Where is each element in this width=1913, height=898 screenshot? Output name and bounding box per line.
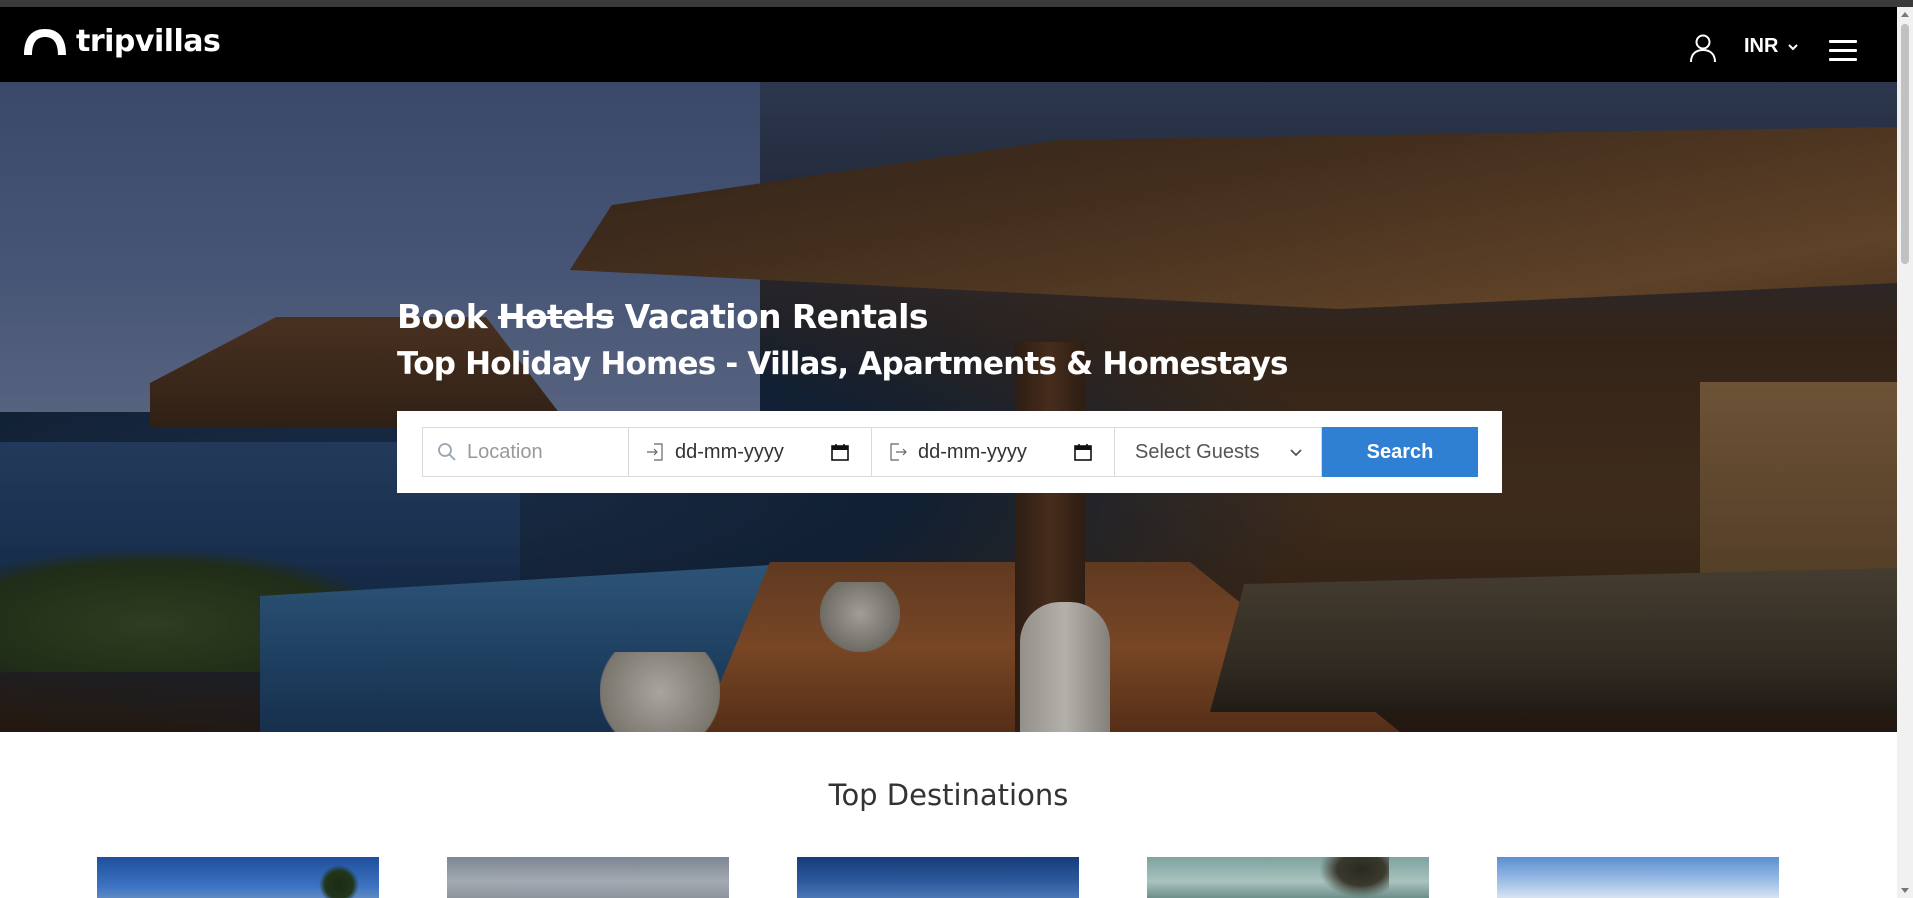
location-field[interactable]: Location	[422, 427, 629, 477]
currency-label: INR	[1744, 35, 1779, 57]
user-icon	[1690, 34, 1716, 63]
destination-card-image	[1319, 857, 1389, 898]
menu-icon-bar	[1829, 58, 1857, 61]
chevron-down-icon	[1788, 43, 1799, 50]
chevron-down-icon	[1290, 449, 1302, 457]
hero-title-suffix: Vacation Rentals	[624, 297, 929, 336]
logo-text: tripvillas	[76, 24, 221, 59]
destination-card[interactable]	[97, 857, 379, 898]
destination-card-image	[319, 865, 359, 898]
top-destinations-title: Top Destinations	[828, 778, 1069, 812]
user-account-button[interactable]	[1689, 33, 1717, 63]
search-button[interactable]: Search	[1322, 427, 1478, 477]
hero-title: Book Hotels Vacation Rentals	[397, 297, 929, 336]
page-scrollbar[interactable]	[1897, 7, 1913, 898]
browser-top-border	[0, 0, 1913, 7]
destination-card[interactable]	[447, 857, 729, 898]
checkin-date-value: dd-mm-yyyy	[675, 440, 784, 463]
checkout-icon	[890, 443, 907, 461]
scroll-up-arrow[interactable]	[1901, 12, 1909, 17]
menu-icon-bar	[1829, 49, 1857, 52]
checkin-date-field[interactable]: dd-mm-yyyy	[629, 427, 872, 477]
hero-subtitle: Top Holiday Homes - Villas, Apartments &…	[397, 346, 1288, 382]
calendar-icon[interactable]	[1074, 443, 1092, 461]
calendar-icon[interactable]	[831, 443, 849, 461]
hero-title-prefix: Book	[397, 297, 488, 336]
hero-banner: Book Hotels Vacation Rentals Top Holiday…	[0, 82, 1897, 732]
checkout-date-value: dd-mm-yyyy	[918, 440, 1027, 463]
tripvillas-logo-icon	[24, 28, 66, 55]
guests-select-label: Select Guests	[1135, 440, 1260, 463]
checkout-date-field[interactable]: dd-mm-yyyy	[872, 427, 1115, 477]
menu-icon-bar	[1829, 40, 1857, 43]
hero-title-strikethrough: Hotels	[497, 297, 614, 336]
search-icon	[438, 443, 456, 461]
destination-card[interactable]	[1497, 857, 1779, 898]
hero-overlay	[0, 82, 1897, 732]
destination-card[interactable]	[1147, 857, 1429, 898]
search-form: Location dd-mm-yyyy dd-mm-yyyy Select Gu…	[397, 411, 1502, 493]
guests-select[interactable]: Select Guests	[1115, 427, 1322, 477]
currency-selector[interactable]: INR	[1744, 35, 1799, 58]
destination-card[interactable]	[797, 857, 1079, 898]
hamburger-menu-button[interactable]	[1829, 40, 1857, 62]
scrollbar-thumb[interactable]	[1901, 24, 1909, 264]
checkin-icon	[647, 443, 663, 461]
scroll-down-arrow[interactable]	[1901, 888, 1909, 893]
location-placeholder: Location	[467, 440, 543, 463]
navbar: tripvillas INR	[0, 7, 1897, 82]
logo-link[interactable]: tripvillas	[20, 24, 221, 59]
